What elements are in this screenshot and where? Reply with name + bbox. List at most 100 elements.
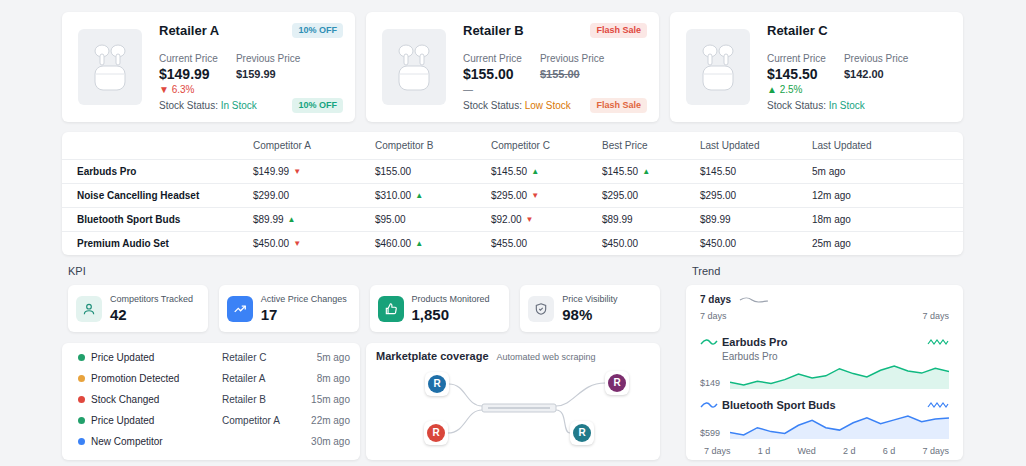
retailer-card[interactable]: Retailer BFlash SaleCurrent Price$155.00… [366, 12, 659, 122]
product-name: Bluetooth Sport Buds [77, 212, 253, 227]
kpi-section: KPICompetitors Tracked42Active Price Cha… [62, 262, 660, 460]
kpi-card[interactable]: Competitors Tracked42 [68, 285, 208, 332]
stock-value: In Stock [221, 100, 257, 111]
activity-item[interactable]: Price UpdatedRetailer C5m ago [78, 347, 350, 368]
activity-source: Retailer C [222, 352, 266, 363]
retailer-node[interactable]: R [570, 421, 594, 445]
activity-event: Promotion Detected [91, 371, 222, 386]
series-name: Earbuds Pro [722, 334, 927, 351]
table-cell: $89.99 [700, 212, 812, 227]
activity-item[interactable]: Promotion DetectedRetailer A8m ago [78, 368, 350, 389]
kpi-icon-box [528, 296, 554, 322]
activity-source-cell: Retailer C [222, 350, 317, 365]
price-block: Current Price$145.50▲ 2.5% Previous Price… [767, 53, 951, 96]
chart-area [730, 366, 949, 389]
person-icon [82, 302, 96, 316]
cell-value: $89.99 [602, 212, 633, 227]
series-name: Bluetooth Sport Buds [722, 397, 927, 414]
current-price-block: Current Price$155.00— [463, 53, 522, 96]
activity-time: 8m ago [317, 371, 350, 386]
stock-label: Stock Status: [767, 100, 826, 111]
activity-time: 5m ago [317, 350, 350, 365]
bottom-section: KPICompetitors Tracked42Active Price Cha… [62, 262, 963, 460]
table-header: Competitor ACompetitor BCompetitor CBest… [62, 132, 963, 159]
kpi-card[interactable]: Active Price Changes17 [219, 285, 359, 332]
previous-price: $159.99 [236, 65, 300, 83]
cell-value: $450.00 [602, 236, 638, 251]
stock-row: Stock Status: Low StockFlash Sale [463, 97, 647, 113]
activity-source-cell: Competitor A [222, 413, 311, 428]
stock-value: In Stock [829, 100, 865, 111]
stock-value: Low Stock [525, 100, 571, 111]
product-name: Noise Cancelling Headset [77, 188, 253, 203]
trend-arrow: ▲ [642, 166, 650, 178]
kpi-text: Competitors Tracked42 [110, 294, 193, 324]
line-icon [700, 401, 718, 409]
x-tick: 1 d [758, 445, 771, 457]
kpi-text: Active Price Changes17 [261, 294, 347, 324]
deal-badge: 10% OFF [292, 98, 343, 113]
retailer-node[interactable]: R [425, 372, 449, 396]
table-row[interactable]: Earbuds Pro$149.99▼$155.00$145.50▲$145.5… [62, 159, 963, 183]
series-chart [730, 363, 949, 389]
chart-line [730, 366, 949, 385]
retailer-card[interactable]: Retailer C Current Price$145.50▲ 2.5% Prev… [670, 12, 963, 122]
cell-value: $95.00 [375, 212, 406, 227]
activity-feed: Price UpdatedRetailer C5m agoPromotion D… [62, 343, 360, 460]
current-price-block: Current Price$149.99▼ 6.3% [159, 53, 218, 96]
retailer-name: Retailer A [159, 21, 219, 41]
cell-value: 25m ago [812, 236, 851, 251]
trend-arrow: ▲ [288, 214, 296, 226]
activity-source: Competitor A [222, 415, 280, 426]
table-row[interactable]: Premium Audio Set$450.00▼$460.00▲$455.00… [62, 231, 963, 255]
node-badge: R [608, 374, 626, 392]
retailer-node[interactable]: R [424, 421, 448, 445]
node-badge: R [428, 375, 446, 393]
table-row[interactable]: Noise Cancelling Headset$299.00$310.00▲$… [62, 183, 963, 207]
x-tick: 7 days [704, 445, 731, 457]
table-cell: $155.00 [375, 164, 491, 179]
retailer-node[interactable]: R [605, 371, 629, 395]
trend-panel: 7 days7 days7 daysEarbuds ProEarbuds Pro… [686, 285, 963, 460]
activity-item[interactable]: Price UpdatedCompetitor A22m ago [78, 410, 350, 431]
kpi-text: Products Monitored1,850 [412, 294, 490, 324]
range-start: 7 days [700, 310, 727, 322]
range-row: 7 days7 days [700, 310, 949, 322]
cell-value: $145.50 [602, 164, 638, 179]
node-badge: R [573, 424, 591, 442]
previous-price-label: Previous Price [236, 53, 300, 65]
line-icon [700, 338, 718, 346]
cell-value: $155.00 [375, 164, 411, 179]
x-tick: Wed [797, 445, 815, 457]
stock-status: Stock Status: In Stock [767, 98, 865, 113]
cell-value: $310.00 [375, 188, 411, 203]
previous-price: $155.00 [540, 65, 604, 83]
retailer-header: Retailer C [767, 21, 951, 41]
trend-arrow: ▲ [415, 238, 423, 250]
kpi-icon-box [378, 296, 404, 322]
stock-label: Stock Status: [463, 100, 522, 111]
previous-price: $142.00 [844, 65, 908, 83]
activity-item[interactable]: New Competitor30m ago [78, 431, 350, 452]
previous-price-label: Previous Price [844, 53, 908, 65]
series-subtitle: Earbuds Pro [700, 351, 949, 363]
activity-item[interactable]: Stock ChangedRetailer B15m ago [78, 389, 350, 410]
cell-value: $450.00 [253, 236, 289, 251]
trend-arrow: ▼ [531, 190, 539, 202]
current-price-block: Current Price$145.50▲ 2.5% [767, 53, 826, 96]
kpi-card[interactable]: Price Visibility98% [520, 285, 660, 332]
current-price-label: Current Price [159, 53, 218, 65]
price-block: Current Price$149.99▼ 6.3% Previous Price… [159, 53, 343, 96]
lower-panels: Price UpdatedRetailer C5m agoPromotion D… [62, 343, 660, 460]
table-row[interactable]: Bluetooth Sport Buds$89.99▲$95.00$92.00▼… [62, 207, 963, 231]
kpi-card[interactable]: Products Monitored1,850 [370, 285, 510, 332]
table-cell: 18m ago [812, 212, 948, 227]
sparkline-icon [739, 296, 769, 304]
previous-price-block: Previous Price$159.99 [236, 53, 300, 96]
trend-arrow: ▲ [531, 166, 539, 178]
retailer-card[interactable]: Retailer A 10% OFF Current Price$149.99▼ 6… [62, 12, 355, 122]
series-chart [730, 413, 949, 439]
cell-value: $295.00 [602, 188, 638, 203]
table-cell: $455.00 [491, 236, 602, 251]
price-change: ▼ 6.3% [159, 83, 218, 96]
